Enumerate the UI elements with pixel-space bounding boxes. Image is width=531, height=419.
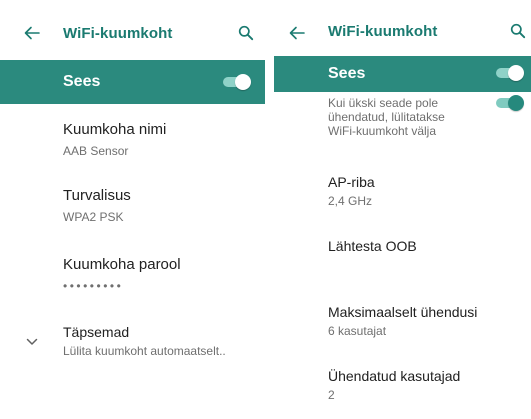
app-bar: WiFi-kuumkoht bbox=[0, 0, 265, 60]
master-switch-label: Sees bbox=[63, 73, 101, 90]
advanced-item[interactable]: Täpsemad Lülita kuumkoht automaatselt.. bbox=[0, 312, 265, 372]
item-title: Kuumkoha parool bbox=[63, 256, 181, 273]
master-switch-bar[interactable]: Sees bbox=[0, 60, 265, 104]
arrow-left-icon[interactable] bbox=[24, 26, 40, 40]
auto-off-description-line: Kui ükski seade pole bbox=[328, 96, 439, 110]
hotspot-name-item[interactable]: Kuumkoha nimi AAB Sensor bbox=[0, 104, 265, 168]
item-title: Turvalisus bbox=[63, 187, 131, 204]
search-icon[interactable] bbox=[510, 23, 526, 39]
item-value: AAB Sensor bbox=[63, 144, 129, 158]
toggle-thumb bbox=[508, 95, 524, 111]
master-switch-label: Sees bbox=[328, 65, 366, 82]
auto-off-item[interactable]: Kui ükski seade pole ühendatud, lülitata… bbox=[274, 92, 531, 158]
chevron-down-icon bbox=[26, 338, 38, 345]
auto-off-description-line: ühendatud, lülitatakse bbox=[328, 110, 445, 124]
master-switch-bar[interactable]: Sees bbox=[274, 56, 531, 92]
password-dots: ••••••••• bbox=[63, 279, 124, 293]
arrow-left-icon[interactable] bbox=[289, 26, 305, 40]
reset-oob-item[interactable]: Lähtesta OOB bbox=[274, 230, 531, 286]
search-icon[interactable] bbox=[238, 25, 254, 41]
hotspot-settings-screen-left: WiFi-kuumkoht Sees Kuumkoha nimi AAB Sen… bbox=[0, 0, 265, 419]
page-title: WiFi-kuumkoht bbox=[63, 25, 173, 42]
hotspot-settings-screen-right: WiFi-kuumkoht Sees Kui ükski seade pole … bbox=[274, 0, 531, 419]
master-toggle[interactable] bbox=[494, 65, 524, 81]
item-value: 2 bbox=[328, 388, 335, 402]
item-title: Maksimaalselt ühendusi bbox=[328, 304, 478, 320]
item-value: 2,4 GHz bbox=[328, 194, 373, 208]
connected-users-item[interactable]: Ühendatud kasutajad 2 bbox=[274, 360, 531, 416]
auto-off-toggle[interactable] bbox=[494, 95, 524, 111]
item-value: 6 kasutajat bbox=[328, 324, 387, 338]
ap-band-item[interactable]: AP-riba 2,4 GHz bbox=[274, 166, 531, 226]
item-summary: Lülita kuumkoht automaatselt.. bbox=[63, 344, 226, 358]
auto-off-description-line: WiFi-kuumkoht välja bbox=[328, 124, 437, 138]
item-title: AP-riba bbox=[328, 174, 375, 190]
item-title: Ühendatud kasutajad bbox=[328, 368, 461, 384]
security-item[interactable]: Turvalisus WPA2 PSK bbox=[0, 168, 265, 232]
hotspot-password-item[interactable]: Kuumkoha parool ••••••••• bbox=[0, 232, 265, 296]
max-connections-item[interactable]: Maksimaalselt ühendusi 6 kasutajat bbox=[274, 296, 531, 352]
toggle-thumb bbox=[235, 74, 251, 90]
toggle-thumb bbox=[508, 65, 524, 81]
item-title: Täpsemad bbox=[63, 324, 130, 340]
item-title: Lähtesta OOB bbox=[328, 238, 417, 254]
item-value: WPA2 PSK bbox=[63, 210, 124, 224]
page-title: WiFi-kuumkoht bbox=[328, 23, 438, 40]
master-toggle[interactable] bbox=[221, 74, 251, 90]
item-title: Kuumkoha nimi bbox=[63, 121, 167, 138]
app-bar: WiFi-kuumkoht bbox=[274, 0, 531, 60]
